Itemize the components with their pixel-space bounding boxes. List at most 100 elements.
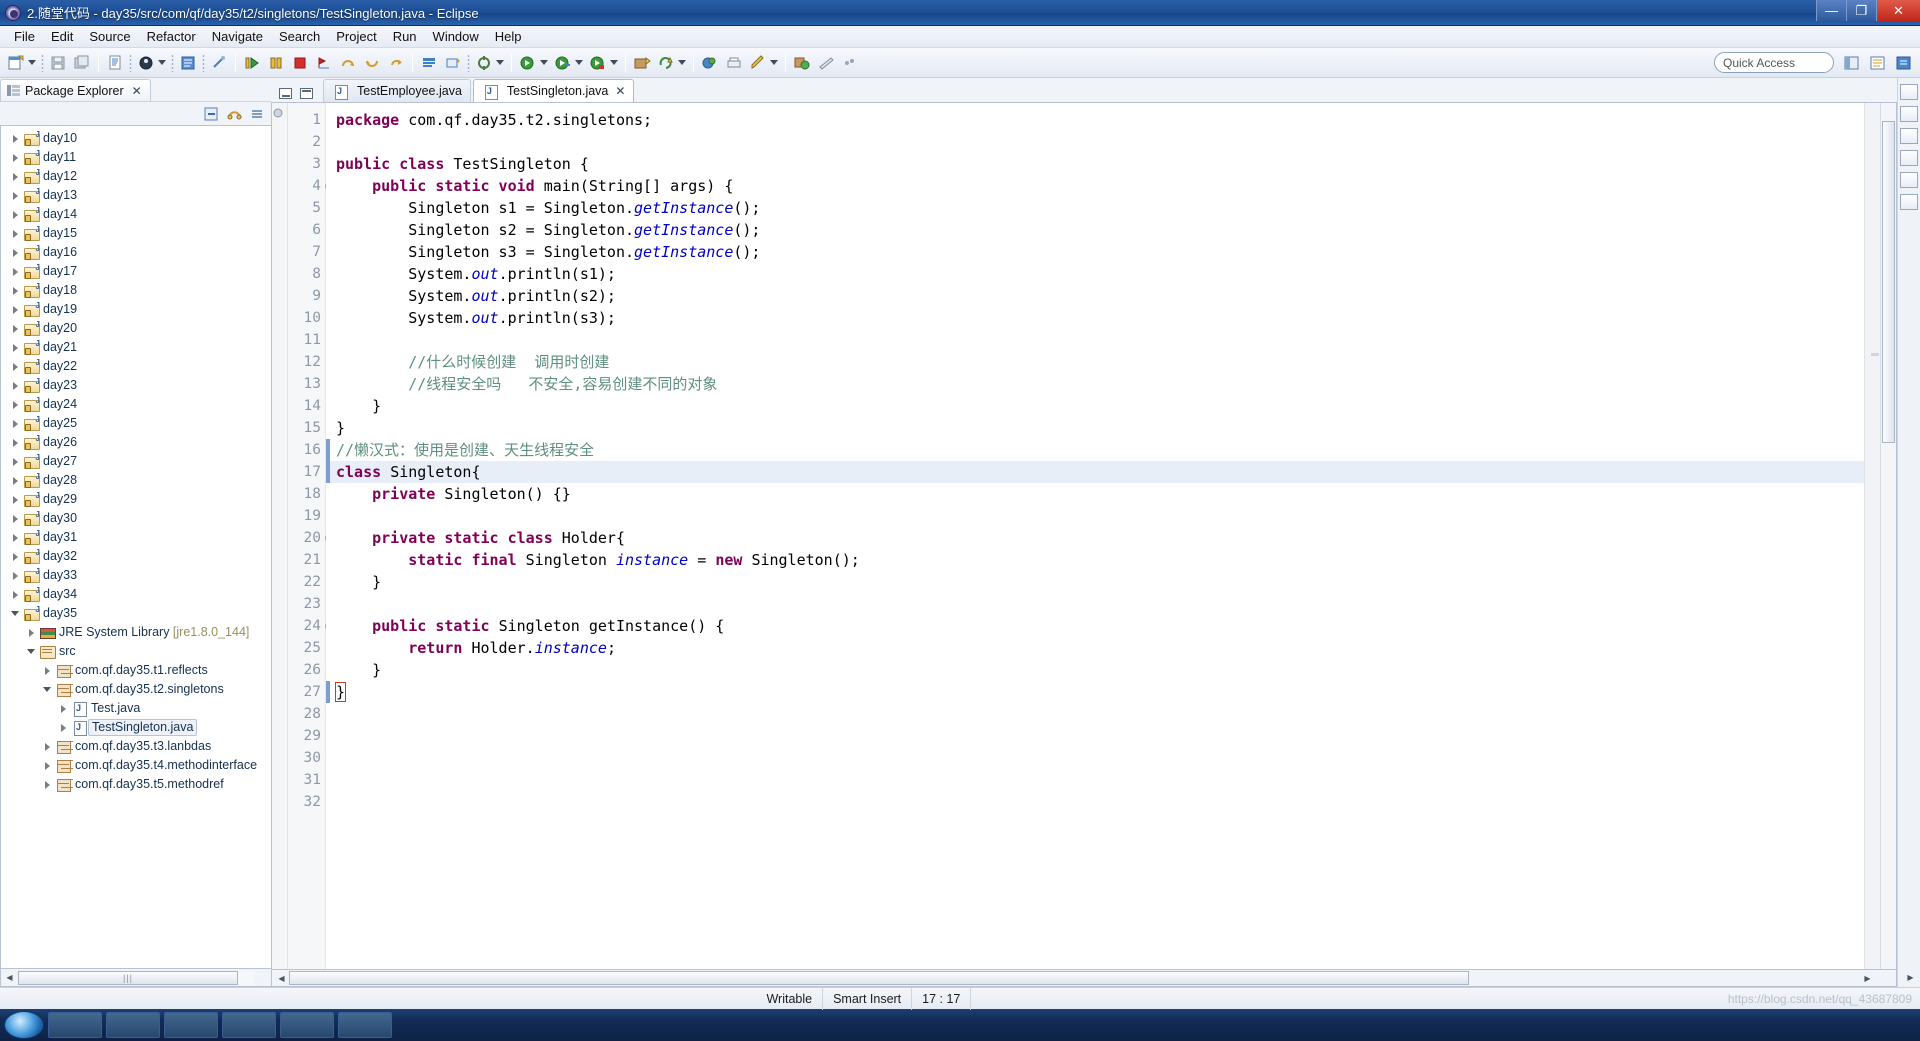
- external-tools-dropdown-icon[interactable]: [496, 60, 504, 65]
- tree-item-day33[interactable]: day33: [1, 566, 271, 585]
- link-with-editor-icon[interactable]: [224, 104, 244, 123]
- code-line[interactable]: }: [326, 395, 1864, 417]
- taskbar-item[interactable]: [164, 1012, 218, 1038]
- editor-tab-close-icon[interactable]: ✕: [615, 84, 625, 98]
- external-tools-icon[interactable]: [473, 52, 495, 74]
- next-annotation-icon[interactable]: [313, 52, 335, 74]
- tree-item-day20[interactable]: day20: [1, 319, 271, 338]
- tree-item-com-qf-day35-t1-reflects[interactable]: com.qf.day35.t1.reflects: [1, 661, 271, 680]
- tree-item-day31[interactable]: day31: [1, 528, 271, 547]
- code-line[interactable]: //什么时候创建 调用时创建: [326, 351, 1864, 373]
- outline-view-icon[interactable]: [1900, 106, 1918, 122]
- new-java-file-icon[interactable]: [104, 52, 126, 74]
- menu-file[interactable]: File: [6, 27, 43, 46]
- new-wizard-icon[interactable]: [5, 52, 27, 74]
- scroll-left-icon[interactable]: ◀: [273, 971, 290, 986]
- menu-help[interactable]: Help: [487, 27, 530, 46]
- step-return-icon[interactable]: [385, 52, 407, 74]
- open-type-icon[interactable]: [442, 52, 464, 74]
- menu-run[interactable]: Run: [385, 27, 425, 46]
- code-line[interactable]: class Singleton{: [326, 461, 1864, 483]
- build-dropdown-icon[interactable]: [678, 60, 686, 65]
- expand-arrow-icon[interactable]: [7, 552, 23, 561]
- code-line[interactable]: [326, 747, 1864, 769]
- tree-item-day15[interactable]: day15: [1, 224, 271, 243]
- tree-scroll-thumb[interactable]: [18, 970, 238, 985]
- debug-resume-icon[interactable]: [241, 52, 263, 74]
- save-icon[interactable]: [47, 52, 69, 74]
- tree-item-day12[interactable]: day12: [1, 167, 271, 186]
- tree-item-day27[interactable]: day27: [1, 452, 271, 471]
- debug-launch-icon[interactable]: [517, 52, 539, 74]
- menu-source[interactable]: Source: [81, 27, 138, 46]
- close-button[interactable]: ✕: [1876, 0, 1920, 21]
- code-line[interactable]: System.out.println(s1);: [326, 263, 1864, 285]
- editor-horizontal-scrollbar[interactable]: ◀ ▶: [271, 970, 1897, 987]
- editor-tab-testsingleton[interactable]: TestSingleton.java ✕: [472, 79, 635, 102]
- tree-item-jre-system-library[interactable]: JRE System Library [jre1.8.0_144]: [1, 623, 271, 642]
- taskbar-item[interactable]: [106, 1012, 160, 1038]
- restore-view-icon[interactable]: [1900, 84, 1918, 100]
- expand-arrow-icon[interactable]: [7, 210, 23, 219]
- snippets-view-icon[interactable]: [1900, 172, 1918, 188]
- editor-marker-ruler[interactable]: [272, 103, 288, 969]
- maximize-button[interactable]: ❐: [1846, 0, 1876, 21]
- tree-item-test-java[interactable]: Test.java: [1, 699, 271, 718]
- minimize-editor-icon[interactable]: [279, 88, 292, 99]
- menu-project[interactable]: Project: [328, 27, 384, 46]
- view-close-icon[interactable]: ✕: [132, 84, 142, 98]
- menu-search[interactable]: Search: [271, 27, 328, 46]
- taskbar-item[interactable]: [338, 1012, 392, 1038]
- expand-arrow-icon[interactable]: [7, 476, 23, 485]
- edit-icon[interactable]: [747, 52, 769, 74]
- task-list-icon[interactable]: [1900, 128, 1918, 144]
- tree-horizontal-scrollbar[interactable]: ◀ ▶: [0, 969, 1914, 987]
- tree-item-com-qf-day35-t5-methodref[interactable]: com.qf.day35.t5.methodref: [1, 775, 271, 794]
- tree-item-day13[interactable]: day13: [1, 186, 271, 205]
- code-line[interactable]: [326, 791, 1864, 813]
- code-line[interactable]: Singleton s2 = Singleton.getInstance();: [326, 219, 1864, 241]
- tree-scroll-track[interactable]: [18, 970, 254, 985]
- ruler-icon[interactable]: [815, 52, 837, 74]
- tree-item-day18[interactable]: day18: [1, 281, 271, 300]
- collapse-arrow-icon[interactable]: [39, 687, 55, 692]
- search-icon[interactable]: [791, 52, 813, 74]
- menu-window[interactable]: Window: [425, 27, 487, 46]
- code-line[interactable]: public static void main(String[] args) {: [326, 175, 1864, 197]
- coverage-icon[interactable]: [587, 52, 609, 74]
- expand-arrow-icon[interactable]: [7, 457, 23, 466]
- expand-arrow-icon[interactable]: [7, 229, 23, 238]
- code-line[interactable]: System.out.println(s3);: [326, 307, 1864, 329]
- expand-arrow-icon[interactable]: [7, 134, 23, 143]
- taskbar-item[interactable]: [222, 1012, 276, 1038]
- expand-arrow-icon[interactable]: [7, 248, 23, 257]
- run-icon[interactable]: [552, 52, 574, 74]
- code-line[interactable]: System.out.println(s2);: [326, 285, 1864, 307]
- expand-arrow-icon[interactable]: [7, 590, 23, 599]
- view-menu-icon[interactable]: [247, 104, 267, 123]
- tree-item-day25[interactable]: day25: [1, 414, 271, 433]
- minimize-button[interactable]: —: [1816, 0, 1846, 21]
- expand-arrow-icon[interactable]: [7, 438, 23, 447]
- collapse-arrow-icon[interactable]: [23, 649, 39, 654]
- tree-item-day10[interactable]: day10: [1, 129, 271, 148]
- java-perspective-button[interactable]: [1866, 51, 1890, 74]
- open-perspective-icon[interactable]: [699, 52, 721, 74]
- new-wizard-dropdown-icon[interactable]: [28, 60, 36, 65]
- code-line[interactable]: [326, 505, 1864, 527]
- step-into-icon[interactable]: [361, 52, 383, 74]
- tree-item-day11[interactable]: day11: [1, 148, 271, 167]
- open-perspective-button[interactable]: [1840, 51, 1864, 74]
- code-line[interactable]: private static class Holder{: [326, 527, 1864, 549]
- expand-arrow-icon[interactable]: [7, 305, 23, 314]
- menu-refactor[interactable]: Refactor: [139, 27, 204, 46]
- start-button-icon[interactable]: [4, 1011, 44, 1039]
- expand-arrow-icon[interactable]: [7, 343, 23, 352]
- open-task-icon[interactable]: [418, 52, 440, 74]
- tree-item-day22[interactable]: day22: [1, 357, 271, 376]
- expand-arrow-icon[interactable]: [7, 172, 23, 181]
- code-line[interactable]: [326, 725, 1864, 747]
- tree-item-day16[interactable]: day16: [1, 243, 271, 262]
- expand-arrow-icon[interactable]: [7, 286, 23, 295]
- tree-item-day35[interactable]: day35: [1, 604, 271, 623]
